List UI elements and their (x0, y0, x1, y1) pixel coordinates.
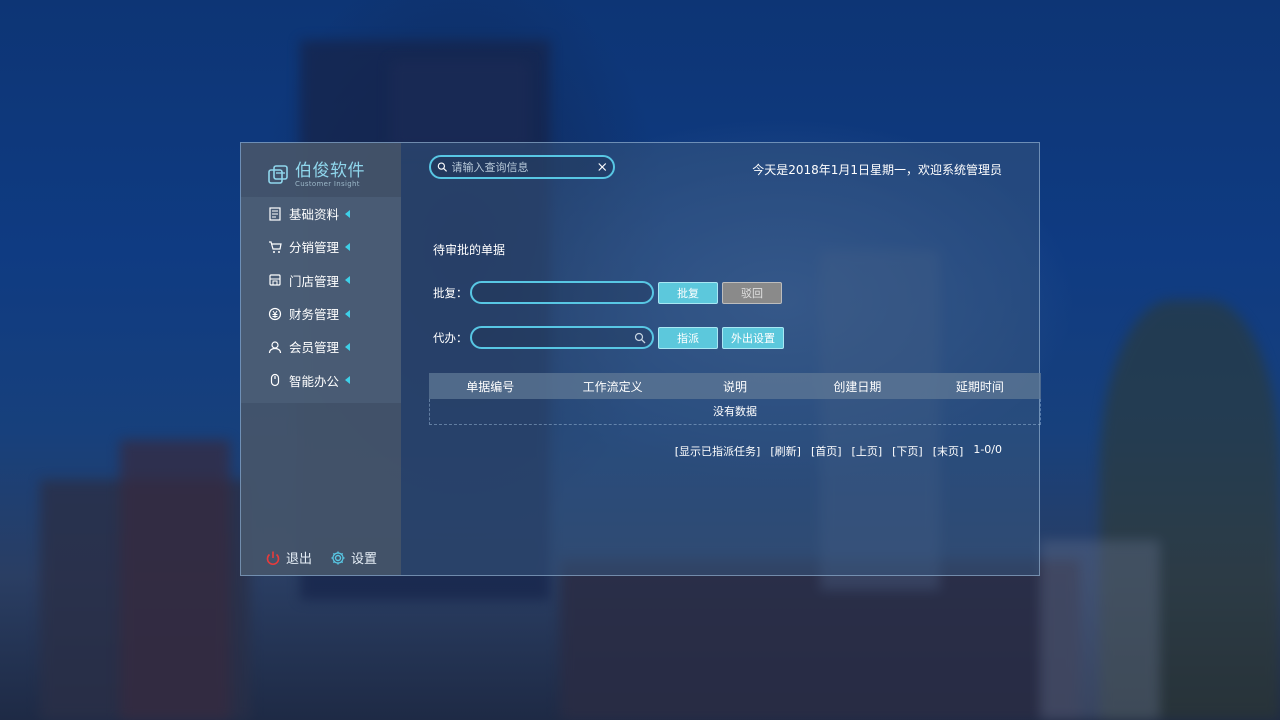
sidebar-item-label: 智能办公 (289, 373, 340, 389)
mouse-icon (270, 374, 280, 387)
last-page-link[interactable]: [末页] (933, 443, 964, 459)
sidebar-item-label: 基础资料 (289, 207, 340, 223)
approve-field (470, 281, 654, 304)
assign-button[interactable]: 指派 (658, 326, 718, 349)
background-building (390, 60, 530, 150)
background-building (1040, 540, 1160, 720)
approve-input[interactable] (478, 286, 646, 299)
prev-page-link[interactable]: [上页] (852, 443, 883, 459)
gear-icon (331, 551, 345, 564)
pending-table: 单据编号 工作流定义 说明 创建日期 延期时间 没有数据 (429, 373, 1041, 425)
brand-name: 伯俊软件 (295, 160, 365, 181)
caret-left-icon (345, 242, 351, 251)
sidebar-item-smart-office[interactable]: 智能办公 (241, 363, 401, 396)
background-building (120, 440, 230, 720)
refresh-link[interactable]: [刷新] (770, 443, 801, 459)
caret-left-icon (345, 209, 351, 218)
proxy-field (470, 326, 654, 349)
away-settings-button[interactable]: 外出设置 (722, 326, 784, 349)
next-page-link[interactable]: [下页] (892, 443, 923, 459)
show-assigned-link[interactable]: [显示已指派任务] (675, 443, 761, 459)
sidebar-item-distribution[interactable]: 分销管理 (241, 230, 401, 263)
approve-label: 批复： (433, 285, 468, 300)
logout-label: 退出 (286, 552, 313, 567)
sidebar-item-label: 门店管理 (289, 273, 340, 289)
reject-button[interactable]: 驳回 (722, 281, 782, 304)
caret-left-icon (345, 342, 351, 351)
sidebar: 伯俊软件 Customer Insight 基础资料 分销管理 门店管理 财务管… (241, 143, 401, 575)
close-icon[interactable] (597, 161, 608, 173)
logo-icon (268, 165, 288, 184)
approve-row: 批复： 批复 驳回 (433, 281, 782, 304)
main-content: 今天是2018年1月1日星期一，欢迎系统管理员 待审批的单据 批复： 批复 驳回… (401, 143, 1041, 575)
sidebar-item-finance[interactable]: 财务管理 (241, 297, 401, 330)
search-icon (437, 162, 448, 172)
search-input[interactable] (451, 160, 597, 174)
column-header[interactable]: 工作流定义 (551, 378, 673, 395)
sidebar-item-member[interactable]: 会员管理 (241, 330, 401, 363)
sidebar-item-label: 财务管理 (289, 307, 340, 323)
app-window: 伯俊软件 Customer Insight 基础资料 分销管理 门店管理 财务管… (240, 142, 1041, 576)
caret-left-icon (345, 309, 351, 318)
pager: [显示已指派任务] [刷新] [首页] [上页] [下页] [末页] 1-0/0 (665, 443, 1002, 459)
column-header[interactable]: 说明 (674, 378, 796, 395)
brand-logo: 伯俊软件 Customer Insight (241, 143, 401, 195)
first-page-link[interactable]: [首页] (811, 443, 842, 459)
record-count: 1-0/0 (973, 443, 1002, 456)
welcome-text: 今天是2018年1月1日星期一，欢迎系统管理员 (752, 163, 1002, 177)
store-icon (269, 274, 281, 286)
user-icon (268, 341, 282, 353)
caret-left-icon (345, 376, 351, 385)
proxy-label: 代办： (433, 330, 468, 345)
cart-icon (269, 241, 282, 253)
sidebar-item-label: 分销管理 (289, 240, 340, 256)
column-header[interactable]: 延期时间 (919, 378, 1041, 395)
sidebar-item-basic-data[interactable]: 基础资料 (241, 197, 401, 230)
column-header[interactable]: 创建日期 (796, 378, 918, 395)
sidebar-footer: 退出 设置 (265, 548, 377, 567)
sidebar-item-label: 会员管理 (289, 340, 340, 356)
approve-button[interactable]: 批复 (658, 281, 718, 304)
section-title: 待审批的单据 (433, 243, 506, 257)
search-icon[interactable] (634, 332, 646, 344)
empty-table-message: 没有数据 (429, 399, 1041, 425)
sidebar-menu: 基础资料 分销管理 门店管理 财务管理 会员管理 智能办公 (241, 197, 401, 403)
brand-tagline: Customer Insight (295, 179, 360, 188)
table-header: 单据编号 工作流定义 说明 创建日期 延期时间 (429, 373, 1041, 399)
settings-label: 设置 (351, 552, 378, 567)
column-header[interactable]: 单据编号 (429, 378, 551, 395)
search-box (429, 155, 615, 179)
sidebar-item-store[interactable]: 门店管理 (241, 264, 401, 297)
logout-button[interactable]: 退出 (265, 548, 312, 567)
finance-icon (268, 307, 282, 320)
proxy-input[interactable] (478, 331, 634, 344)
power-icon (266, 551, 280, 565)
document-icon (269, 207, 281, 221)
proxy-row: 代办： 指派 外出设置 (433, 326, 784, 349)
caret-left-icon (345, 276, 351, 285)
settings-button[interactable]: 设置 (330, 548, 377, 567)
